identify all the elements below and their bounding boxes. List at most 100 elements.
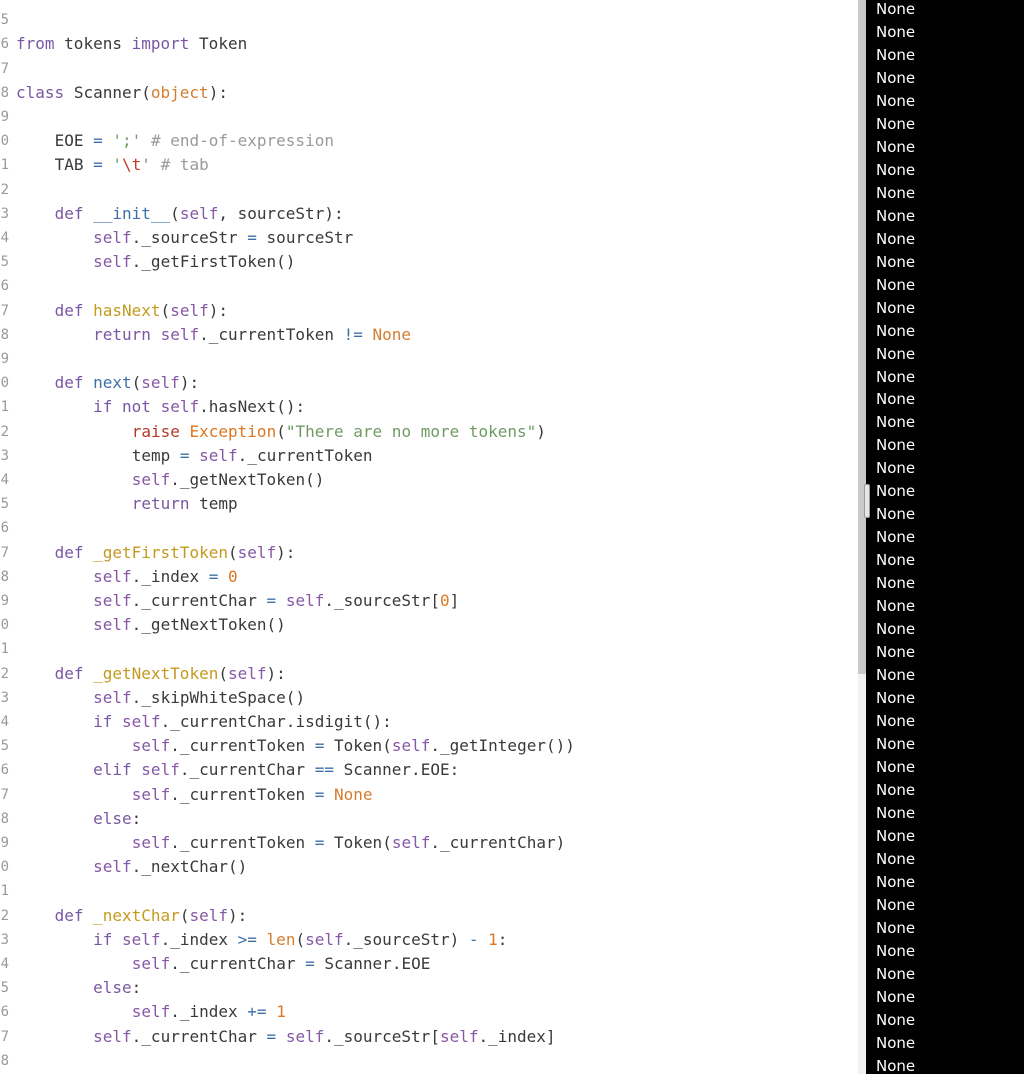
line-number: 6 [0,1004,9,1021]
line-number: 4 [0,714,9,730]
line-number: 7 [0,786,9,803]
output-line: None [876,1010,916,1029]
scrollbar-thumb[interactable] [858,0,866,674]
line-number: 8 [0,326,9,343]
code-line[interactable]: self._nextChar() [16,857,247,877]
line-number: 8 [0,84,9,101]
line-number: 0 [0,133,9,150]
output-line: None [876,229,916,248]
code-line[interactable]: if self._index >= len(self._sourceStr) -… [16,930,507,950]
code-line[interactable]: return self._currentToken != None [16,325,411,345]
output-line: None [876,436,916,455]
code-line[interactable]: TAB = '\t' # tab [16,155,209,175]
code-line[interactable]: EOE = ';' # end-of-expression [16,131,334,151]
output-line: None [876,689,916,708]
output-line: None [876,574,916,593]
code-line[interactable]: class Scanner(object): [16,83,228,103]
line-number: 8 [0,1052,9,1069]
output-line: None [876,114,916,133]
code-line[interactable]: raise Exception("There are no more token… [16,422,546,442]
output-line: None [876,803,916,822]
code-line[interactable]: def next(self): [16,373,200,393]
line-number: 7 [0,60,9,77]
line-number: 7 [0,302,9,319]
output-line: None [876,528,916,547]
output-line: None [876,643,916,662]
code-line[interactable]: else: [16,978,141,998]
output-line: None [876,390,916,409]
code-line[interactable]: self._index = 0 [16,567,238,587]
output-line: None [876,367,916,386]
line-number: 8 [0,810,9,827]
output-line: None [876,735,916,754]
output-line: None [876,895,916,914]
panel-resize-handle[interactable] [864,484,870,518]
code-line[interactable]: self._index += 1 [16,1002,286,1022]
code-line[interactable]: """ [16,0,45,6]
code-line[interactable]: from tokens import Token [16,34,247,54]
output-line: None [876,1033,916,1052]
output-line: None [876,964,916,983]
code-line[interactable]: self._getNextToken() [16,470,325,490]
code-line[interactable]: self._getFirstToken() [16,252,295,272]
line-number: 2 [0,181,9,198]
line-number: 3 [0,205,9,222]
line-number: 5 [0,496,9,513]
output-line: None [876,482,916,501]
output-line: None [876,91,916,110]
line-number: 1 [0,399,9,416]
code-line[interactable]: else: [16,809,141,829]
line-number: 5 [0,12,9,29]
output-line: None [876,183,916,202]
line-number-gutter: 4 5 6 7 8 9 0 1 2 3 4 5 6 7 8 9 0 1 2 3 4 5 6 7 8 9 0 1 2 3 4 5 6 7 8 9 0 1 2 3… [0,0,10,1074]
code-line[interactable]: self._currentChar = self._sourceStr[0] [16,591,459,611]
line-number: 0 [0,617,9,634]
code-line[interactable]: self._sourceStr = sourceStr [16,228,353,248]
code-line[interactable]: def hasNext(self): [16,301,228,321]
line-number: 1 [0,157,9,174]
code-line[interactable]: self._currentToken = None [16,785,373,805]
line-number: 3 [0,447,9,464]
output-line: None [876,758,916,776]
code-line[interactable]: self._currentToken = Token(self._getInte… [16,736,575,756]
line-number: 5 [0,980,9,997]
output-panel: None None None None None None None None None None… [866,0,1024,1074]
output-line: None [876,987,916,1006]
code-line[interactable]: self._currentToken = Token(self._current… [16,833,566,853]
code-line[interactable]: def _nextChar(self): [16,906,248,926]
line-number: 9 [0,593,9,609]
code-line[interactable]: return temp [16,494,238,514]
code-line[interactable]: def _getFirstToken(self): [16,543,296,563]
code-line[interactable]: self._getNextToken() [16,615,286,635]
code-editor[interactable]: 4 5 6 7 8 9 0 1 2 3 4 5 6 7 8 9 0 1 2 3 4 5 6 7 8 9 0 1 2 3 4 5 6 7 8 9 0 1 2 3… [0,0,858,1074]
output-line: None [876,413,916,432]
code-line[interactable]: if not self.hasNext(): [16,397,305,417]
output-line: None [876,160,916,179]
output-line: None [876,620,916,639]
line-number: 7 [0,1028,9,1045]
output-line: None [876,666,916,685]
line-number: 1 [0,883,9,900]
code-line[interactable]: self._currentChar = Scanner.EOE [16,954,431,974]
output-line: None [876,505,916,524]
code-line[interactable]: if self._currentChar.isdigit(): [16,712,392,732]
line-number: 8 [0,568,9,585]
line-number: 7 [0,544,9,561]
output-line: None [876,459,916,478]
line-number: 9 [0,109,9,125]
code-line[interactable]: self._currentChar = self._sourceStr[self… [16,1027,555,1047]
output-line: None [876,298,916,317]
output-line: None [876,275,916,294]
code-line[interactable]: elif self._currentChar == Scanner.EOE: [16,760,459,780]
output-line: None [876,252,916,271]
editor-scrollbar[interactable] [858,0,866,1074]
output-line: None [876,22,916,41]
code-line[interactable]: self._skipWhiteSpace() [16,688,305,708]
code-area[interactable]: """ from tokens import Token class Scanner… [16,0,858,1074]
line-number: 0 [0,375,9,392]
code-line[interactable]: def __init__(self, sourceStr): [16,204,344,224]
code-line[interactable]: def _getNextToken(self): [16,664,286,684]
line-number: 3 [0,689,9,706]
line-number: 4 [0,956,9,972]
code-line[interactable]: temp = self._currentToken [16,446,373,466]
